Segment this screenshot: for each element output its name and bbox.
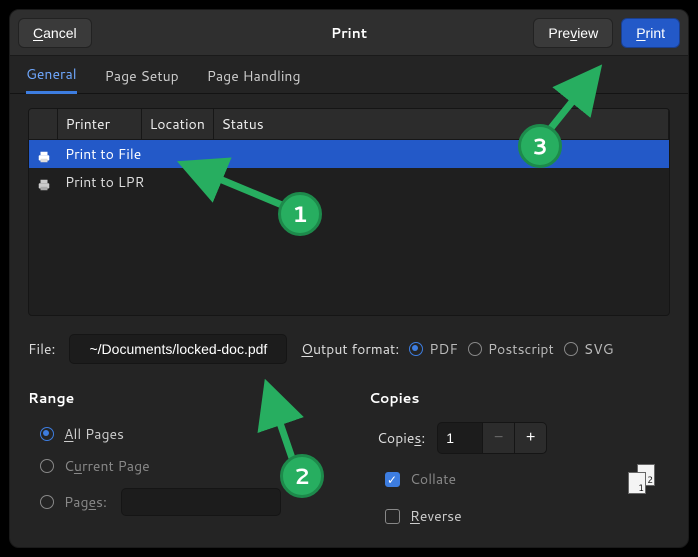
- output-format-label: Output format:: [301, 339, 399, 359]
- col-status[interactable]: Status: [213, 109, 669, 140]
- print-button[interactable]: Print: [621, 18, 680, 48]
- radio-icon: [40, 459, 54, 473]
- copies-decrement[interactable]: −: [482, 423, 514, 453]
- tab-general[interactable]: General: [26, 55, 77, 94]
- copies-section: Copies Copies: − + Collate 2 1: [369, 388, 670, 532]
- col-icon[interactable]: [29, 109, 57, 140]
- radio-icon: [40, 495, 54, 509]
- printer-name: Print to File: [57, 140, 669, 169]
- titlebar: Cancel Print Preview Print: [10, 10, 688, 56]
- printer-row-print-to-lpr[interactable]: Print to LPR: [29, 168, 669, 196]
- range-title: Range: [28, 388, 329, 408]
- cancel-button[interactable]: Cancel: [18, 18, 92, 48]
- copies-label: Copies:: [377, 428, 425, 448]
- printer-row-print-to-file[interactable]: Print to File: [29, 140, 669, 169]
- tab-page-handling[interactable]: Page Handling: [207, 57, 301, 93]
- preview-button[interactable]: Preview: [533, 18, 613, 48]
- reverse-checkbox[interactable]: [385, 509, 400, 524]
- range-current-page[interactable]: Current Page: [28, 450, 329, 482]
- tab-page-setup[interactable]: Page Setup: [105, 57, 179, 93]
- print-dialog: Cancel Print Preview Print General Page …: [9, 9, 689, 548]
- printer-name: Print to LPR: [57, 168, 669, 196]
- copies-spinner: − +: [437, 422, 547, 454]
- radio-icon: [40, 427, 54, 441]
- collate-label: Collate: [410, 469, 456, 489]
- col-location[interactable]: Location: [141, 109, 213, 140]
- copies-increment[interactable]: +: [514, 423, 546, 453]
- file-label: File:: [28, 339, 55, 359]
- range-section: Range All Pages Current Page Pages:: [28, 388, 329, 532]
- range-pages[interactable]: Pages:: [28, 482, 329, 522]
- format-pdf[interactable]: PDF: [409, 339, 458, 359]
- range-all-pages[interactable]: All Pages: [28, 418, 329, 450]
- copies-input[interactable]: [438, 424, 482, 452]
- tab-bar: General Page Setup Page Handling: [10, 56, 688, 94]
- pages-input[interactable]: [121, 488, 281, 516]
- tab-content-general: Printer Location Status Print to File Pr…: [10, 94, 688, 548]
- printer-list[interactable]: Printer Location Status Print to File Pr…: [28, 108, 670, 316]
- printer-icon: [37, 149, 51, 163]
- reverse-label: Reverse: [410, 506, 462, 526]
- collate-diagram-icon: 2 1: [628, 464, 658, 494]
- collate-checkbox[interactable]: [385, 472, 400, 487]
- radio-icon: [564, 342, 578, 356]
- radio-icon: [409, 342, 423, 356]
- printer-icon: [37, 177, 51, 191]
- copies-title: Copies: [369, 388, 670, 408]
- file-path-input[interactable]: [69, 334, 287, 364]
- format-postscript[interactable]: Postscript: [468, 339, 554, 359]
- radio-icon: [468, 342, 482, 356]
- col-printer[interactable]: Printer: [57, 109, 141, 140]
- format-svg[interactable]: SVG: [564, 339, 614, 359]
